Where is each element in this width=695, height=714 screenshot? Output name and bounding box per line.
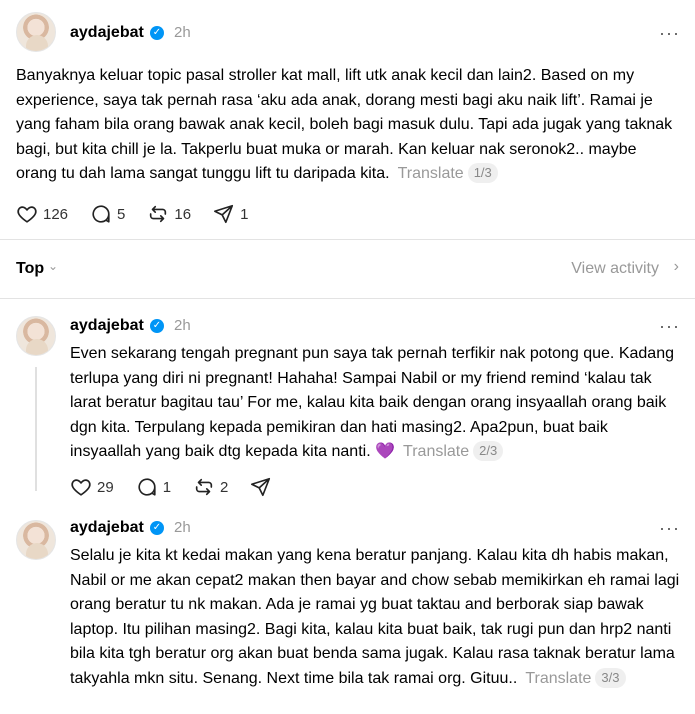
like-count: 29 <box>97 478 114 496</box>
post-text: Banyaknya keluar topic pasal stroller ka… <box>16 64 676 187</box>
thread-line <box>35 367 37 491</box>
verified-badge-icon: ✓ <box>150 319 164 333</box>
username[interactable]: aydajebat <box>70 24 144 42</box>
heart-icon <box>71 479 91 496</box>
post-3: aydajebat ✓ 2h ··· Selalu je kita kt ked… <box>0 503 695 714</box>
like-button[interactable]: 29 <box>70 476 114 498</box>
timestamp[interactable]: 2h <box>174 317 191 334</box>
comment-button[interactable]: 5 <box>90 203 125 225</box>
post-1: aydajebat ✓ 2h ··· Banyaknya keluar topi… <box>0 0 695 240</box>
share-count: 1 <box>240 205 249 223</box>
comment-count: 1 <box>162 478 172 496</box>
view-activity-link[interactable]: View activity <box>571 260 659 278</box>
translate-link[interactable]: Translate <box>398 165 464 182</box>
translate-link[interactable]: Translate <box>403 443 469 460</box>
like-button[interactable]: 126 <box>16 203 68 225</box>
avatar[interactable] <box>16 316 56 356</box>
thread-count-badge: 2/3 <box>473 441 504 461</box>
share-icon <box>214 204 234 224</box>
timestamp[interactable]: 2h <box>174 519 191 536</box>
post-body: Even sekarang tengah pregnant pun saya t… <box>70 345 674 460</box>
post-text: Even sekarang tengah pregnant pun saya t… <box>70 342 680 465</box>
heart-icon <box>17 206 37 223</box>
username[interactable]: aydajebat <box>70 519 144 537</box>
comment-icon <box>138 478 156 496</box>
repost-button[interactable]: 16 <box>147 203 191 225</box>
verified-badge-icon: ✓ <box>150 521 164 535</box>
avatar[interactable] <box>16 520 56 560</box>
more-icon[interactable]: ··· <box>659 519 680 537</box>
post-2: aydajebat ✓ 2h ··· Even sekarang tengah … <box>0 299 695 503</box>
post-body: Selalu je kita kt kedai makan yang kena … <box>70 547 680 687</box>
comment-icon <box>92 205 110 223</box>
more-icon[interactable]: ··· <box>659 317 680 335</box>
timestamp[interactable]: 2h <box>174 24 191 41</box>
avatar[interactable] <box>16 12 56 52</box>
comment-count: 5 <box>117 205 126 223</box>
verified-badge-icon: ✓ <box>150 26 164 40</box>
sort-dropdown[interactable]: Top <box>16 260 44 278</box>
thread-count-badge: 1/3 <box>467 163 498 183</box>
like-count: 126 <box>43 205 69 223</box>
post-body: Banyaknya keluar topic pasal stroller ka… <box>16 67 673 182</box>
sort-bar: Top ⌄ View activity › <box>0 240 695 298</box>
purple-heart-emoji: 💜 <box>375 443 396 460</box>
comment-button[interactable]: 1 <box>136 476 171 498</box>
post-actions: 29 1 2 <box>70 476 294 498</box>
translate-link[interactable]: Translate <box>525 670 591 687</box>
username[interactable]: aydajebat <box>70 317 144 335</box>
share-button[interactable]: 1 <box>213 203 248 225</box>
repost-icon <box>195 478 213 496</box>
repost-icon <box>150 205 167 223</box>
share-icon <box>251 477 271 497</box>
chevron-right-icon[interactable]: › <box>674 258 679 276</box>
post-text: Selalu je kita kt kedai makan yang kena … <box>70 544 682 691</box>
thread-count-badge: 3/3 <box>595 667 626 688</box>
share-button[interactable] <box>250 476 272 498</box>
repost-button[interactable]: 2 <box>193 476 228 498</box>
repost-count: 16 <box>174 205 192 223</box>
repost-count: 2 <box>220 478 229 496</box>
post-actions: 126 5 16 1 <box>16 203 270 225</box>
more-icon[interactable]: ··· <box>659 24 680 42</box>
chevron-down-icon[interactable]: ⌄ <box>48 259 58 273</box>
